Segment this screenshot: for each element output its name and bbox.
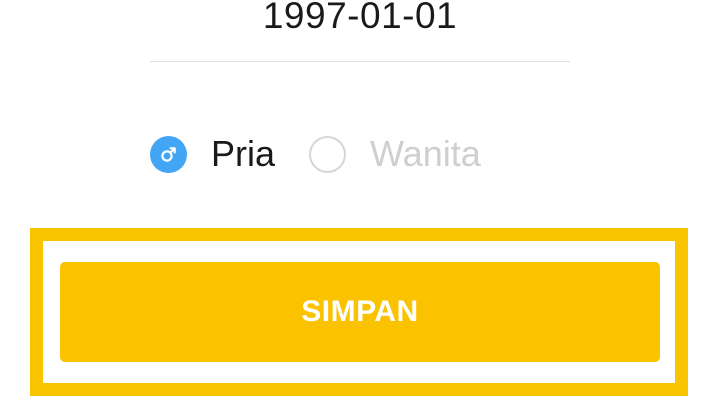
gender-radio-group: Pria Wanita	[150, 133, 481, 175]
profile-edit-screen: 1997-01-01 Pria Wanita SIMPAN	[0, 0, 720, 405]
gender-option-wanita[interactable]: Wanita	[309, 133, 481, 175]
male-icon[interactable]	[150, 135, 187, 173]
radio-unchecked-icon[interactable]	[309, 135, 347, 173]
date-divider	[150, 61, 570, 62]
gender-option-pria[interactable]: Pria	[150, 133, 275, 175]
birth-date-field[interactable]: 1997-01-01	[0, 0, 720, 41]
gender-label-pria: Pria	[211, 133, 276, 174]
save-button[interactable]: SIMPAN	[60, 262, 660, 362]
gender-label-wanita: Wanita	[370, 133, 481, 174]
